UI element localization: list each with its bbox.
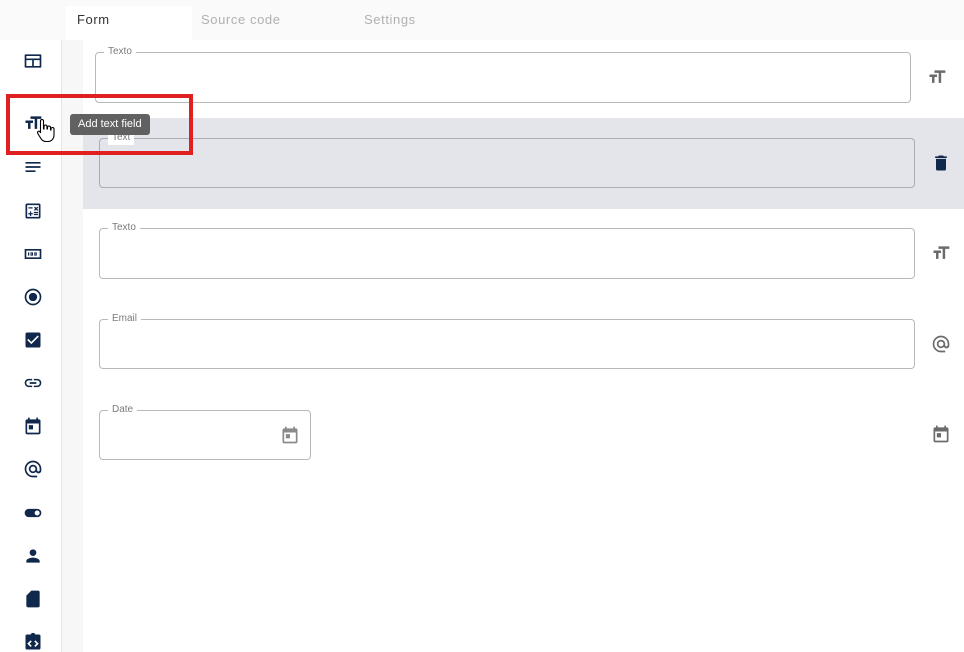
highlight-box <box>6 94 193 155</box>
link-icon[interactable] <box>22 372 44 394</box>
layout-icon[interactable] <box>22 50 44 72</box>
tab-form[interactable]: Form <box>77 12 110 27</box>
texto-input-1[interactable] <box>96 53 910 102</box>
date-picker-icon[interactable] <box>280 425 300 445</box>
texto-field-1[interactable]: Texto <box>95 45 911 103</box>
calculator-icon[interactable] <box>22 200 44 222</box>
text-field-selected[interactable]: Text <box>99 131 915 188</box>
email-input[interactable] <box>100 320 914 368</box>
at-icon[interactable] <box>22 458 44 480</box>
date-field[interactable]: Date <box>99 403 311 460</box>
toggle-icon[interactable] <box>22 502 44 524</box>
person-icon[interactable] <box>22 545 44 567</box>
tab-source-code[interactable]: Source code <box>201 12 281 27</box>
file-icon[interactable] <box>22 588 44 610</box>
email-field[interactable]: Email <box>99 312 915 369</box>
top-tab-bar: Form Source code Settings <box>0 0 964 40</box>
delete-icon[interactable] <box>930 152 952 174</box>
texto-input-2[interactable] <box>100 229 914 278</box>
number-icon[interactable] <box>22 243 44 265</box>
calendar-icon[interactable] <box>22 415 44 437</box>
text-input-selected[interactable] <box>100 139 914 187</box>
textarea-icon[interactable] <box>22 156 44 178</box>
tab-settings[interactable]: Settings <box>364 12 416 27</box>
radio-icon[interactable] <box>22 286 44 308</box>
text-field-icon[interactable] <box>926 66 948 88</box>
calendar-icon[interactable] <box>930 423 952 445</box>
date-input[interactable] <box>100 411 310 459</box>
texto-field-2[interactable]: Texto <box>99 221 915 279</box>
checkbox-icon[interactable] <box>22 329 44 351</box>
hand-cursor-icon <box>36 118 55 143</box>
at-icon[interactable] <box>930 333 952 355</box>
code-icon[interactable] <box>22 631 44 652</box>
text-field-icon[interactable] <box>930 242 952 264</box>
